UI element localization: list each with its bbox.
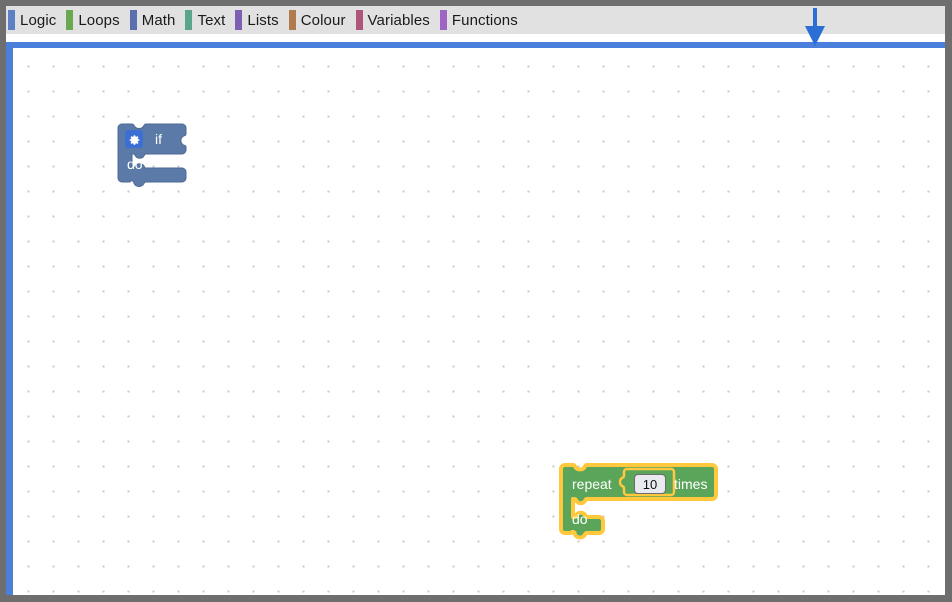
category-color-swatch-text (185, 10, 193, 30)
category-color-swatch-lists (235, 10, 243, 30)
toolbox-category-label: Lists (247, 11, 279, 29)
repeat-count-input-wrapper[interactable]: 10 (627, 469, 671, 497)
if-block-label-if: if (155, 131, 162, 147)
toolbox-category-label: Logic (20, 11, 57, 29)
blockly-window: Logic Loops Math Text Lists Colour Varia… (0, 0, 952, 602)
repeat-count-field[interactable]: 10 (634, 474, 666, 494)
toolbox-category-loops[interactable]: Loops (66, 8, 123, 32)
blockly-inner-frame: Logic Loops Math Text Lists Colour Varia… (6, 6, 945, 595)
toolbox-category-label: Loops (78, 11, 120, 29)
workspace-left-border (6, 48, 13, 595)
toolbox-category-lists[interactable]: Lists (235, 8, 282, 32)
repeat-block-label-do: do (572, 511, 588, 527)
block-controls-repeat[interactable]: repeat 10 times do (559, 463, 726, 543)
repeat-block-label-times: times (674, 476, 708, 492)
toolbox-category-bar[interactable]: Logic Loops Math Text Lists Colour Varia… (6, 6, 945, 34)
category-color-swatch-loops (66, 10, 74, 30)
toolbox-category-colour[interactable]: Colour (288, 8, 350, 32)
toolbox-category-text[interactable]: Text (185, 8, 229, 32)
block-controls-if[interactable]: if do (117, 123, 188, 188)
repeat-block-label-repeat: repeat (572, 476, 612, 492)
toolbox-category-variables[interactable]: Variables (355, 8, 434, 32)
toolbox-category-label: Text (197, 11, 226, 29)
toolbox-category-label: Variables (367, 11, 430, 29)
toolbox-category-label: Math (141, 11, 176, 29)
toolbox-category-label: Colour (300, 11, 346, 29)
toolbox-category-label: Functions (451, 11, 518, 29)
toolbox-category-logic[interactable]: Logic (8, 8, 60, 32)
toolbox-category-functions[interactable]: Functions (439, 8, 522, 32)
category-color-swatch-math (129, 10, 137, 30)
blockly-workspace-canvas[interactable]: if do repeat 10 times do (6, 48, 945, 595)
toolbox-category-math[interactable]: Math (129, 8, 180, 32)
if-mutator-button[interactable] (125, 130, 143, 148)
category-color-swatch-variables (355, 10, 363, 30)
repeat-count-value: 10 (642, 476, 658, 492)
if-block-label-do: do (127, 156, 143, 172)
category-color-swatch-colour (288, 10, 296, 30)
gear-icon (129, 134, 139, 145)
category-color-swatch-logic (8, 10, 15, 30)
category-color-swatch-functions (439, 10, 447, 30)
